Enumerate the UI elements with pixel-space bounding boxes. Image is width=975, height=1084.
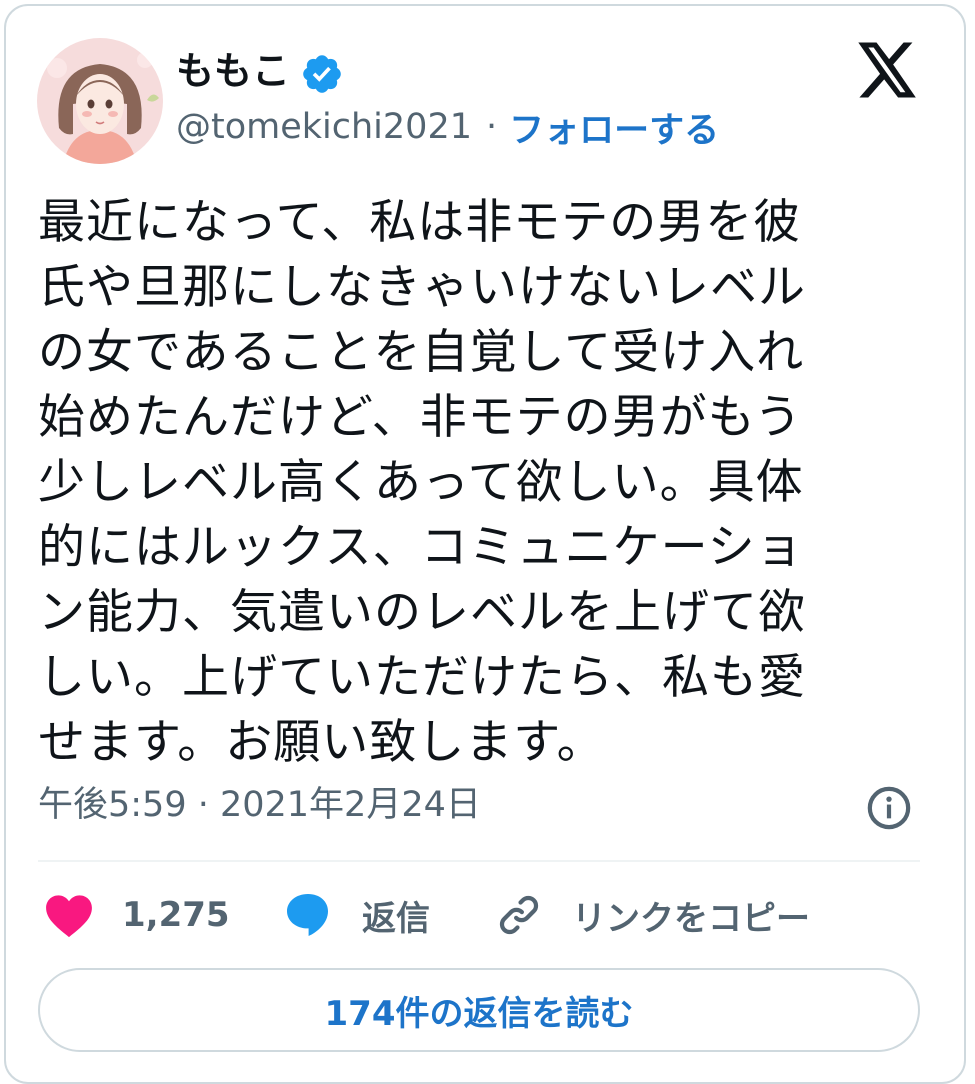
tweet-text: 最近になって、私は非モテの男を彼 氏や旦那にしなきゃいけないレベル の女であるこ… xyxy=(38,195,806,770)
tweet-timestamp[interactable]: 午後5:59 · 2021年2月24日 xyxy=(38,780,481,830)
separator-dot: · xyxy=(485,107,498,147)
verified-badge-icon xyxy=(303,55,341,93)
avatar[interactable] xyxy=(37,38,163,164)
x-logo-icon[interactable] xyxy=(858,42,918,98)
reply-label: 返信 xyxy=(362,898,430,939)
reply-bubble-icon xyxy=(287,894,328,936)
author-handle[interactable]: @tomekichi2021 xyxy=(176,107,472,147)
avatar-illustration xyxy=(37,38,163,164)
info-icon[interactable] xyxy=(866,785,912,831)
copy-link-button[interactable]: リンクをコピー xyxy=(496,885,810,945)
like-count: 1,275 xyxy=(122,895,230,935)
reply-button[interactable]: 返信 xyxy=(284,885,430,945)
read-replies-button[interactable]: 174件の返信を読む xyxy=(38,968,920,1052)
divider xyxy=(38,860,920,862)
copy-link-label: リンクをコピー xyxy=(572,898,810,939)
like-button[interactable]: 1,275 xyxy=(44,885,230,945)
heart-icon xyxy=(46,895,92,938)
handle-row: @tomekichi2021 · フォローする xyxy=(176,102,719,152)
author-name[interactable]: ももこ xyxy=(176,46,290,96)
link-icon xyxy=(499,895,539,935)
follow-button[interactable]: フォローする xyxy=(509,102,719,153)
